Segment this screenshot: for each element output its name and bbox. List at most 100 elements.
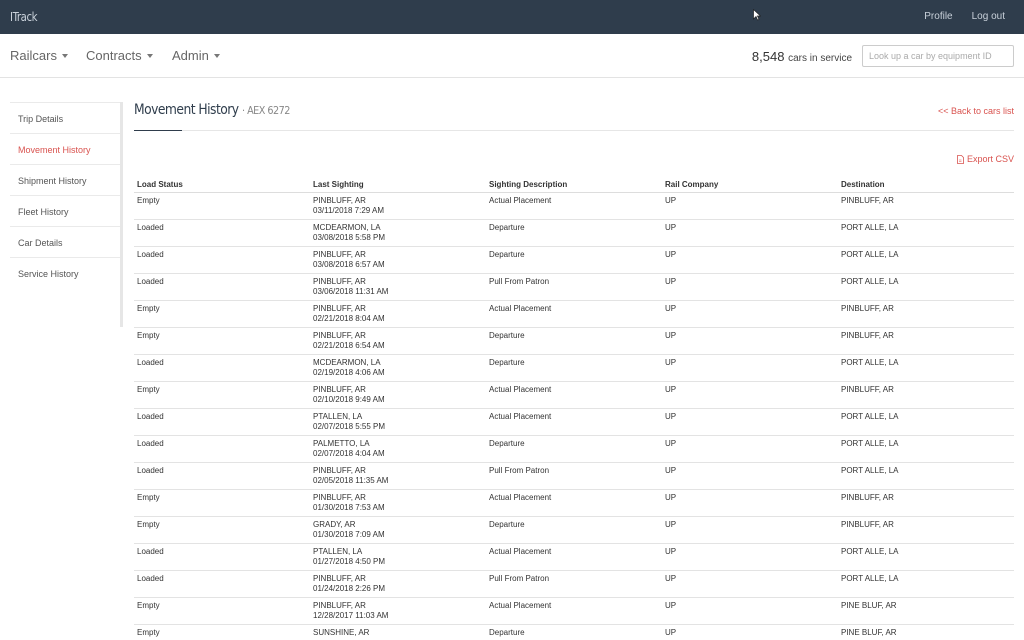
sidebar-item-trip-details[interactable]: Trip Details bbox=[10, 102, 120, 133]
sidebar-item-movement-history[interactable]: Movement History bbox=[10, 133, 120, 164]
contracts-menu[interactable]: Contracts bbox=[86, 48, 153, 63]
cars-count-label: cars in service bbox=[788, 53, 852, 64]
col-destination[interactable]: Destination bbox=[838, 177, 1014, 193]
table-row[interactable]: Loaded PINBLUFF, AR 03/08/2018 6:57 AM Depa… bbox=[134, 246, 1014, 274]
load-status-cell-text: Loaded bbox=[137, 573, 164, 583]
contracts-menu-label: Contracts bbox=[86, 48, 142, 63]
rail-company-cell-text: UP bbox=[665, 600, 677, 610]
load-status-cell: Loaded bbox=[134, 354, 310, 382]
app-logo[interactable]: ITrack bbox=[10, 10, 38, 24]
rail-company-cell-text: UP bbox=[665, 546, 677, 556]
sighting-description-cell: Departure bbox=[486, 516, 662, 544]
sighting-location: PINBLUFF, AR bbox=[313, 465, 366, 475]
sidebar-item-shipment-history[interactable]: Shipment History bbox=[10, 164, 120, 195]
sidebar-item-service-history[interactable]: Service History bbox=[10, 257, 120, 288]
load-status-cell: Loaded bbox=[134, 273, 310, 301]
sighting-description-cell-text: Actual Placement bbox=[489, 492, 552, 502]
sighting-datetime: 02/10/2018 9:49 AM bbox=[313, 394, 385, 404]
table-row[interactable]: Empty PINBLUFF, AR 02/21/2018 6:54 AM Depar… bbox=[134, 327, 1014, 355]
sidebar-item-car-details[interactable]: Car Details bbox=[10, 226, 120, 257]
sighting-datetime: 03/11/2018 7:29 AM bbox=[313, 205, 385, 215]
col-sighting-description[interactable]: Sighting Description bbox=[486, 177, 662, 193]
destination-cell: PORT ALLE, LA bbox=[838, 570, 1014, 598]
admin-menu-label: Admin bbox=[172, 48, 209, 63]
col-load-status[interactable]: Load Status bbox=[134, 177, 310, 193]
sighting-location: PINBLUFF, AR bbox=[313, 330, 366, 340]
col-last-sighting[interactable]: Last Sighting bbox=[310, 177, 486, 193]
load-status-cell-text: Empty bbox=[137, 492, 160, 502]
destination-cell-text: PINBLUFF, AR bbox=[841, 195, 894, 205]
profile-link[interactable]: Profile bbox=[924, 11, 952, 22]
load-status-cell-text: Loaded bbox=[137, 546, 164, 556]
destination-cell-text: PINBLUFF, AR bbox=[841, 492, 894, 502]
table-row[interactable]: Empty PINBLUFF, AR 02/21/2018 8:04 AM Actua… bbox=[134, 300, 1014, 328]
destination-cell: PORT ALLE, LA bbox=[838, 408, 1014, 436]
sighting-location: PINBLUFF, AR bbox=[313, 384, 366, 394]
load-status-cell: Loaded bbox=[134, 543, 310, 571]
table-row[interactable]: Empty PINBLUFF, AR 02/10/2018 9:49 AM Actua… bbox=[134, 381, 1014, 409]
load-status-cell-text: Empty bbox=[137, 627, 160, 637]
load-status-cell: Empty bbox=[134, 624, 310, 640]
table-row[interactable]: Loaded PTALLEN, LA 01/27/2018 4:50 PM Actua… bbox=[134, 543, 1014, 571]
export-csv-button[interactable]: Export CSV bbox=[957, 154, 1014, 164]
destination-cell-text: PINE BLUF, AR bbox=[841, 627, 897, 637]
load-status-cell: Loaded bbox=[134, 408, 310, 436]
back-to-cars-link[interactable]: << Back to cars list bbox=[938, 106, 1014, 116]
sighting-datetime: 03/08/2018 5:58 PM bbox=[313, 232, 386, 242]
sighting-datetime: 01/24/2018 2:26 PM bbox=[313, 583, 386, 593]
rail-company-cell: UP bbox=[662, 543, 838, 571]
movement-table: Load Status Last Sighting Sighting Descr… bbox=[134, 177, 1014, 640]
mouse-cursor-icon bbox=[753, 9, 761, 21]
table-row[interactable]: Loaded PINBLUFF, AR 02/05/2018 11:35 AM Pul… bbox=[134, 462, 1014, 490]
table-row[interactable]: Empty SUNSHINE, AR Departure UP PINE BLUF, A… bbox=[134, 624, 1014, 640]
destination-cell: PINBLUFF, AR bbox=[838, 300, 1014, 328]
admin-menu[interactable]: Admin bbox=[172, 48, 220, 63]
table-row[interactable]: Loaded MCDEARMON, LA 02/19/2018 4:06 AM Dep… bbox=[134, 354, 1014, 382]
table-row[interactable]: Loaded MCDEARMON, LA 03/08/2018 5:58 PM Dep… bbox=[134, 219, 1014, 247]
sighting-description-cell: Pull From Patron bbox=[486, 462, 662, 490]
rail-company-cell: UP bbox=[662, 462, 838, 490]
last-sighting-cell: PINBLUFF, AR 03/08/2018 6:57 AM bbox=[310, 246, 486, 274]
table-header: Load Status Last Sighting Sighting Descr… bbox=[134, 177, 1014, 193]
table-row[interactable]: Empty PINBLUFF, AR 12/28/2017 11:03 AM Actu… bbox=[134, 597, 1014, 625]
rail-company-cell-text: UP bbox=[665, 384, 677, 394]
destination-cell-text: PINBLUFF, AR bbox=[841, 303, 894, 313]
sighting-description-cell: Actual Placement bbox=[486, 192, 662, 220]
table-row[interactable]: Empty PINBLUFF, AR 03/11/2018 7:29 AM Actua… bbox=[134, 192, 1014, 220]
sighting-datetime: 02/05/2018 11:35 AM bbox=[313, 475, 389, 485]
load-status-cell: Empty bbox=[134, 381, 310, 409]
sidebar-item-fleet-history[interactable]: Fleet History bbox=[10, 195, 120, 226]
load-status-cell: Loaded bbox=[134, 435, 310, 463]
table-row[interactable]: Loaded PINBLUFF, AR 01/24/2018 2:26 PM Pull… bbox=[134, 570, 1014, 598]
load-status-cell-text: Loaded bbox=[137, 465, 164, 475]
rail-company-cell: UP bbox=[662, 624, 838, 640]
table-row[interactable]: Loaded PALMETTO, LA 02/07/2018 4:04 AM Depa… bbox=[134, 435, 1014, 463]
chevron-down-icon bbox=[213, 54, 220, 58]
table-row[interactable]: Empty GRADY, AR 01/30/2018 7:09 AM Departur… bbox=[134, 516, 1014, 544]
destination-cell: PORT ALLE, LA bbox=[838, 462, 1014, 490]
sighting-datetime: 12/28/2017 11:03 AM bbox=[313, 610, 389, 620]
railcars-menu[interactable]: Railcars bbox=[10, 48, 68, 63]
car-lookup-input[interactable] bbox=[862, 45, 1014, 67]
table-row[interactable]: Loaded PINBLUFF, AR 03/06/2018 11:31 AM Pul… bbox=[134, 273, 1014, 301]
destination-cell: PINBLUFF, AR bbox=[838, 489, 1014, 517]
load-status-cell: Empty bbox=[134, 597, 310, 625]
load-status-cell: Loaded bbox=[134, 570, 310, 598]
sighting-description-cell: Departure bbox=[486, 624, 662, 640]
sighting-description-cell-text: Actual Placement bbox=[489, 546, 552, 556]
col-rail-company[interactable]: Rail Company bbox=[662, 177, 838, 193]
destination-cell-text: PINBLUFF, AR bbox=[841, 384, 894, 394]
table-row[interactable]: Empty PINBLUFF, AR 01/30/2018 7:53 AM Actua… bbox=[134, 489, 1014, 517]
logout-link[interactable]: Log out bbox=[972, 11, 1005, 22]
sighting-location: PINBLUFF, AR bbox=[313, 492, 366, 502]
load-status-cell: Empty bbox=[134, 327, 310, 355]
load-status-cell-text: Loaded bbox=[137, 276, 164, 286]
sighting-location: PINBLUFF, AR bbox=[313, 195, 366, 205]
last-sighting-cell: PTALLEN, LA 01/27/2018 4:50 PM bbox=[310, 543, 486, 571]
sighting-description-cell-text: Pull From Patron bbox=[489, 573, 550, 583]
last-sighting-cell: SUNSHINE, AR bbox=[310, 624, 486, 640]
sighting-location: MCDEARMON, LA bbox=[313, 357, 381, 367]
table-row[interactable]: Loaded PTALLEN, LA 02/07/2018 5:55 PM Actua… bbox=[134, 408, 1014, 436]
rail-company-cell-text: UP bbox=[665, 411, 677, 421]
sighting-description-cell-text: Departure bbox=[489, 438, 525, 448]
